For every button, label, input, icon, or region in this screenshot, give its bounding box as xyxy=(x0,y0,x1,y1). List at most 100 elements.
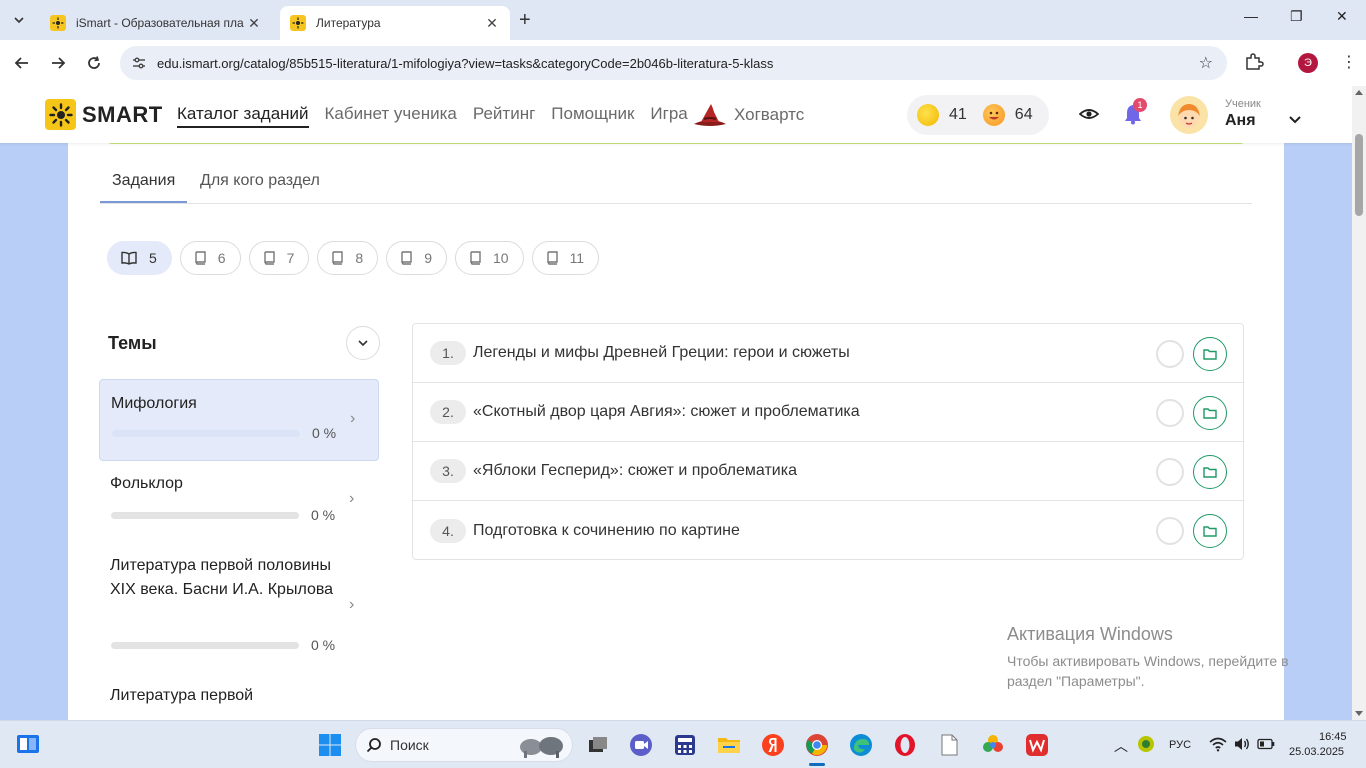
task-status-circle xyxy=(1156,340,1184,368)
bookmark-star-icon[interactable]: ☆ xyxy=(1199,53,1213,73)
eye-icon[interactable] xyxy=(1078,106,1100,127)
chrome-icon[interactable] xyxy=(805,733,829,766)
extensions-puzzle-icon[interactable] xyxy=(1244,52,1264,77)
browser-menu-icon[interactable]: ⋮ xyxy=(1341,52,1357,72)
currency-panel[interactable]: 41 64 xyxy=(907,95,1049,135)
task-title[interactable]: Подготовка к сочинению по картине xyxy=(473,522,740,540)
page-scrollbar[interactable] xyxy=(1352,86,1366,720)
back-button[interactable] xyxy=(11,52,33,74)
browser-toolbar: edu.ismart.org/catalog/85b515-literatura… xyxy=(0,40,1366,86)
scroll-thumb[interactable] xyxy=(1355,134,1363,216)
task-title[interactable]: «Скотный двор царя Авгия»: сюжет и пробл… xyxy=(473,403,860,421)
minimize-button[interactable]: — xyxy=(1244,8,1258,24)
grade-pill-8[interactable]: 8 xyxy=(317,241,379,275)
forward-button[interactable] xyxy=(47,52,69,74)
restore-button[interactable]: ❐ xyxy=(1290,8,1303,25)
themes-collapse-button[interactable] xyxy=(346,326,380,360)
calculator-icon[interactable] xyxy=(673,733,697,757)
nav-item-assistant[interactable]: Помощник xyxy=(551,104,634,128)
user-name[interactable]: Аня xyxy=(1225,112,1256,130)
search-icon xyxy=(366,738,381,753)
wps-office-icon[interactable] xyxy=(1025,733,1049,757)
photos-icon[interactable] xyxy=(981,733,1005,757)
nav-item-hogwarts[interactable]: Хогвартс xyxy=(692,102,804,128)
volume-icon[interactable] xyxy=(1233,736,1251,754)
nav-item-cabinet[interactable]: Кабинет ученика xyxy=(325,104,457,128)
tab-close-icon[interactable]: ✕ xyxy=(484,15,500,32)
wifi-icon[interactable] xyxy=(1209,736,1227,754)
task-row[interactable]: 2. «Скотный двор царя Авгия»: сюжет и пр… xyxy=(413,383,1243,442)
grade-label: 10 xyxy=(492,250,509,266)
grade-pill-11[interactable]: 11 xyxy=(531,241,600,275)
close-window-button[interactable]: ✕ xyxy=(1336,8,1348,25)
new-tab-button[interactable]: + xyxy=(519,9,531,32)
browser-tab-literatura[interactable]: Литература ✕ xyxy=(280,6,510,40)
notifications-bell-icon[interactable]: 1 xyxy=(1122,98,1147,130)
grade-label: 9 xyxy=(424,250,432,266)
site-settings-icon[interactable] xyxy=(130,54,148,72)
scroll-up-arrow-icon[interactable] xyxy=(1355,90,1363,95)
start-windows-icon[interactable] xyxy=(318,733,342,757)
tab-tasks[interactable]: Задания xyxy=(100,172,188,203)
task-row[interactable]: 3. «Яблоки Гесперид»: сюжет и проблемати… xyxy=(413,442,1243,501)
tray-overflow-chevron-icon[interactable]: ︿ xyxy=(1114,736,1128,756)
task-row[interactable]: 4. Подготовка к сочинению по картине xyxy=(413,501,1243,560)
ismart-logo[interactable]: SMART xyxy=(45,99,163,130)
address-bar[interactable]: edu.ismart.org/catalog/85b515-literatura… xyxy=(120,46,1227,80)
task-title[interactable]: Легенды и мифы Древней Греции: герои и с… xyxy=(473,344,850,362)
grade-pill-9[interactable]: 9 xyxy=(386,241,447,275)
yandex-browser-icon[interactable] xyxy=(761,733,785,757)
grade-pill-5[interactable]: 5 xyxy=(107,241,172,275)
theme-progress-bar xyxy=(111,512,299,519)
clock-date[interactable]: 25.03.2025 xyxy=(1289,746,1344,758)
input-language[interactable]: РУС xyxy=(1169,739,1191,751)
grade-pill-7[interactable]: 7 xyxy=(248,241,310,275)
folder-icon[interactable] xyxy=(1193,514,1227,548)
taskbar-search[interactable]: Поиск xyxy=(355,728,573,762)
book-icon xyxy=(400,251,412,265)
task-number: 1. xyxy=(430,341,466,365)
theme-item-literature-19th-century[interactable]: Литература первой половины XIX века. Бас… xyxy=(99,544,379,664)
task-view-icon[interactable] xyxy=(586,733,610,757)
nav-item-catalog[interactable]: Каталог заданий xyxy=(177,104,309,128)
task-row[interactable]: 1. Легенды и мифы Древней Греции: герои … xyxy=(413,324,1243,383)
scroll-down-arrow-icon[interactable] xyxy=(1355,711,1363,716)
page-viewport: SMART Каталог заданий Кабинет ученика Ре… xyxy=(0,86,1352,720)
folder-icon[interactable] xyxy=(1193,337,1227,371)
ismart-favicon-icon xyxy=(290,15,306,31)
theme-item-mythology[interactable]: Мифология 0 % › xyxy=(99,379,379,461)
edge-icon[interactable] xyxy=(849,733,873,757)
reload-button[interactable] xyxy=(83,52,105,74)
grade-filter: 5 6 7 8 9 10 11 xyxy=(107,241,607,275)
document-icon[interactable] xyxy=(937,733,961,757)
task-title[interactable]: «Яблоки Гесперид»: сюжет и проблематика xyxy=(473,462,797,480)
browser-tab-ismart[interactable]: iSmart - Образовательная пла ✕ xyxy=(40,6,272,40)
meet-video-icon[interactable] xyxy=(629,733,653,757)
user-avatar[interactable] xyxy=(1170,96,1208,134)
battery-icon[interactable] xyxy=(1257,737,1275,751)
tab-audience[interactable]: Для кого раздел xyxy=(188,172,332,203)
theme-item-folklore[interactable]: Фольклор 0 % › xyxy=(99,462,379,534)
theme-item-literature-first[interactable]: Литература первой xyxy=(99,674,379,720)
watermark-title: Активация Windows xyxy=(1007,624,1173,644)
folder-icon[interactable] xyxy=(1193,455,1227,489)
open-book-icon xyxy=(121,251,137,265)
themes-title: Темы xyxy=(108,333,157,353)
grade-pill-10[interactable]: 10 xyxy=(454,241,524,275)
widgets-icon[interactable] xyxy=(16,732,40,756)
file-explorer-icon[interactable] xyxy=(717,733,741,757)
theme-percent: 0 % xyxy=(312,425,337,441)
clock-time[interactable]: 16:45 xyxy=(1319,731,1347,743)
nav-item-rating[interactable]: Рейтинг xyxy=(473,104,535,128)
tray-app-icon[interactable] xyxy=(1137,735,1155,753)
folder-icon[interactable] xyxy=(1193,396,1227,430)
book-icon xyxy=(331,251,344,265)
grade-pill-6[interactable]: 6 xyxy=(179,241,241,275)
theme-progress-bar xyxy=(112,430,300,437)
tab-close-icon[interactable]: ✕ xyxy=(246,15,262,32)
nav-item-game[interactable]: Игра xyxy=(650,104,687,128)
profile-avatar[interactable]: Э xyxy=(1298,53,1318,73)
user-menu-chevron-icon[interactable] xyxy=(1289,112,1301,130)
tab-search-button[interactable] xyxy=(7,8,31,32)
opera-icon[interactable] xyxy=(893,733,917,757)
